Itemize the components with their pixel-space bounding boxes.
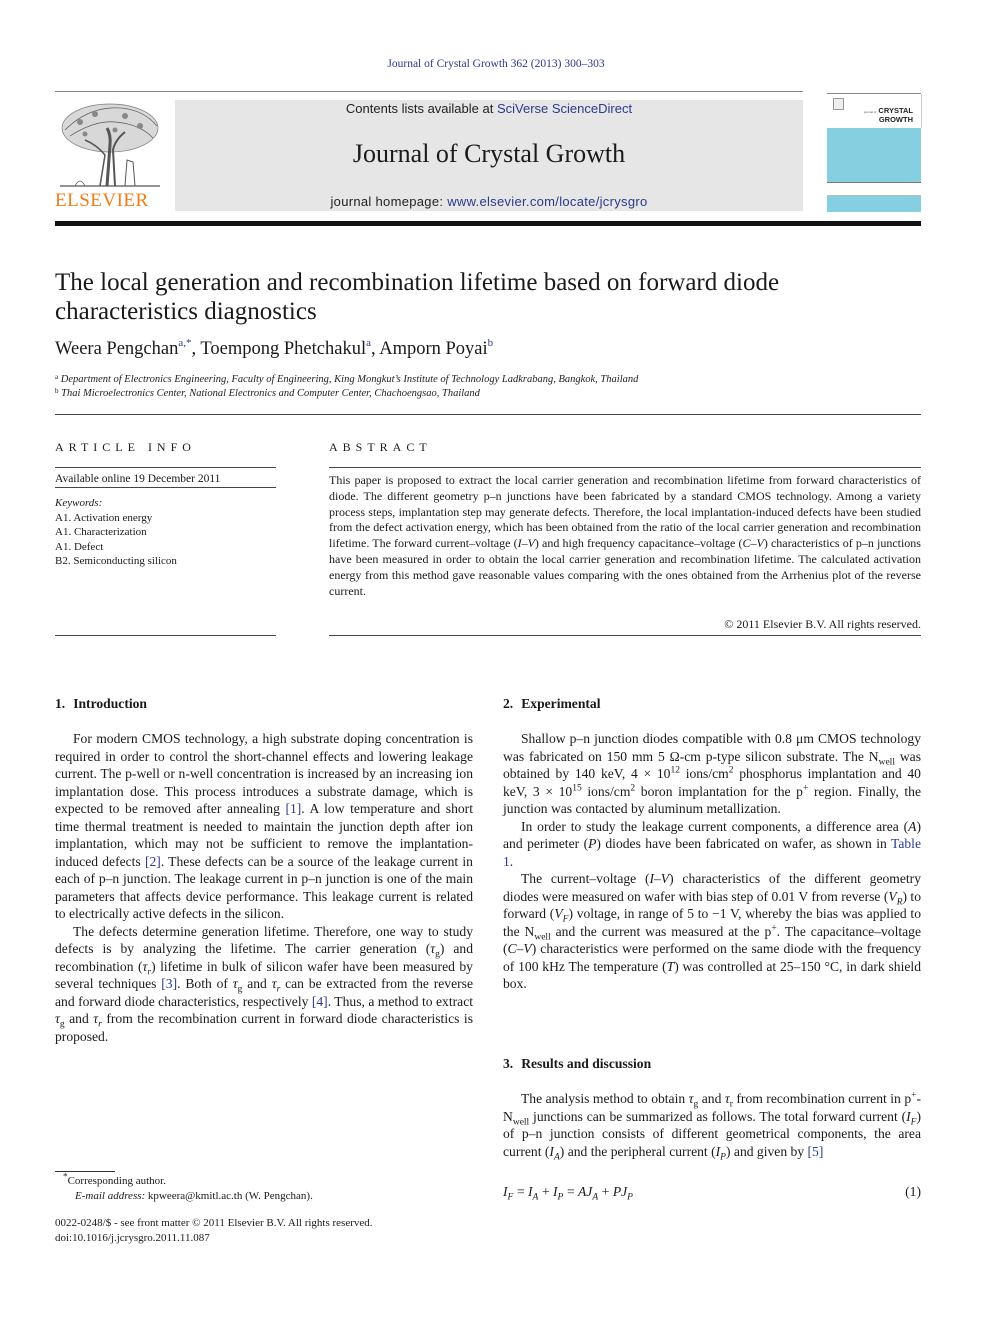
section-heading-experimental: 2. Experimental: [503, 696, 601, 711]
issn-copyright: 0022-0248/$ - see front matter © 2011 El…: [55, 1217, 373, 1229]
cover-band: [827, 196, 921, 212]
reference-link[interactable]: [1]: [285, 801, 301, 816]
keyword: B2. Semiconducting silicon: [55, 555, 177, 567]
author-list: Weera Pengchana,*, Toempong Phetchakula,…: [55, 337, 494, 360]
paragraph: For modern CMOS technology, a high subst…: [55, 731, 473, 921]
author-affiliation-marker[interactable]: a,*: [178, 337, 191, 349]
journal-cover-thumbnail: journal of CRYSTAL GROWTH: [827, 93, 922, 212]
keywords: Keywords: A1. Activation energy A1. Char…: [55, 496, 177, 569]
available-online-date: Available online 19 December 2011: [55, 473, 221, 485]
equation-body: IF = IA + IP = AJA + PJP: [503, 1184, 633, 1203]
article-info-heading: ARTICLE INFO: [55, 440, 196, 454]
paragraph: In order to study the leakage current co…: [503, 818, 921, 869]
paragraph: The defects determine generation lifetim…: [55, 923, 474, 1044]
journal-title: Journal of Crystal Growth: [352, 139, 626, 168]
keyword: A1. Defect: [55, 540, 104, 553]
introduction-body: For modern CMOS technology, a high subst…: [55, 730, 473, 1045]
equation-1: IF = IA + IP = AJA + PJP (1): [503, 1184, 921, 1203]
abstract-copyright: © 2011 Elsevier B.V. All rights reserved…: [724, 617, 921, 631]
article-title: The local generation and recombination l…: [55, 269, 780, 325]
front-matter: 0022-0248/$ - see front matter © 2011 El…: [55, 1216, 475, 1245]
experimental-body: Shallow p–n junction diodes compatible w…: [503, 730, 921, 993]
author-affiliation-marker[interactable]: a: [366, 337, 371, 349]
abstract-text: This paper is proposed to extract the lo…: [329, 473, 921, 598]
sciencedirect-link[interactable]: SciVerse ScienceDirect: [497, 101, 632, 116]
doi[interactable]: doi:10.1016/j.jcrysgro.2011.11.087: [55, 1231, 475, 1246]
author-name: Toempong Phetchakul: [200, 339, 367, 359]
reference-link[interactable]: [2]: [145, 854, 161, 869]
cover-line: [827, 182, 921, 183]
divider: [329, 467, 921, 468]
footnotes: *Corresponding author. E-mail address: k…: [55, 1171, 475, 1203]
reference-link[interactable]: [5]: [808, 1144, 824, 1159]
author-name: Amporn Poyai: [379, 339, 488, 359]
cover-header: journal of CRYSTAL GROWTH: [827, 94, 922, 128]
masthead-rule: [55, 91, 803, 92]
corresponding-author-note: *Corresponding author.: [63, 1171, 166, 1187]
homepage-prefix: journal homepage:: [330, 194, 448, 209]
email-address[interactable]: kpweera@kmitl.ac.th: [148, 1190, 242, 1202]
section-heading-results: 3. Results and discussion: [503, 1056, 652, 1071]
author-affiliation-marker[interactable]: b: [488, 337, 494, 349]
publisher-mini-logo-icon: [833, 98, 844, 110]
divider: [329, 635, 921, 636]
affiliation: a Department of Electronics Engineering,…: [55, 373, 639, 386]
reference-link[interactable]: [4]: [312, 994, 328, 1009]
section-heading-introduction: 1. Introduction: [55, 696, 147, 711]
affiliations: a Department of Electronics Engineering,…: [55, 373, 921, 401]
journal-citation-link[interactable]: Journal of Crystal Growth 362 (2013) 300…: [0, 58, 992, 70]
divider: [55, 487, 276, 488]
cover-band: [827, 128, 921, 182]
results-body: The analysis method to obtain τg and τr …: [503, 1090, 922, 1163]
keyword: A1. Activation energy: [55, 511, 153, 524]
contents-prefix: Contents lists available at: [345, 101, 497, 116]
paragraph: The analysis method to obtain τg and τr …: [503, 1090, 922, 1163]
divider: [55, 635, 276, 636]
email-note: E-mail address: kpweera@kmitl.ac.th (W. …: [75, 1189, 313, 1202]
divider: [55, 467, 276, 468]
paragraph: The current–voltage (I–V) characteristic…: [503, 871, 922, 991]
elsevier-wordmark: ELSEVIER: [55, 190, 149, 211]
abstract-heading: ABSTRACT: [329, 440, 432, 454]
homepage-line: journal homepage: www.elsevier.com/locat…: [175, 194, 803, 209]
journal-homepage-link[interactable]: www.elsevier.com/locate/jcrysgro: [447, 194, 647, 209]
masthead-thick-rule: [55, 221, 921, 226]
divider: [55, 414, 921, 415]
keywords-label: Keywords:: [55, 497, 103, 509]
contents-line: Contents lists available at SciVerse Sci…: [175, 101, 803, 116]
reference-link[interactable]: [3]: [161, 976, 177, 991]
paragraph: Shallow p–n junction diodes compatible w…: [503, 731, 921, 816]
affiliation: b Thai Microelectronics Center, National…: [55, 387, 480, 400]
keyword: A1. Characterization: [55, 526, 147, 538]
cover-title: journal of CRYSTAL GROWTH: [863, 106, 913, 124]
equation-number: (1): [905, 1184, 921, 1199]
author-name: Weera Pengchan: [55, 339, 179, 359]
